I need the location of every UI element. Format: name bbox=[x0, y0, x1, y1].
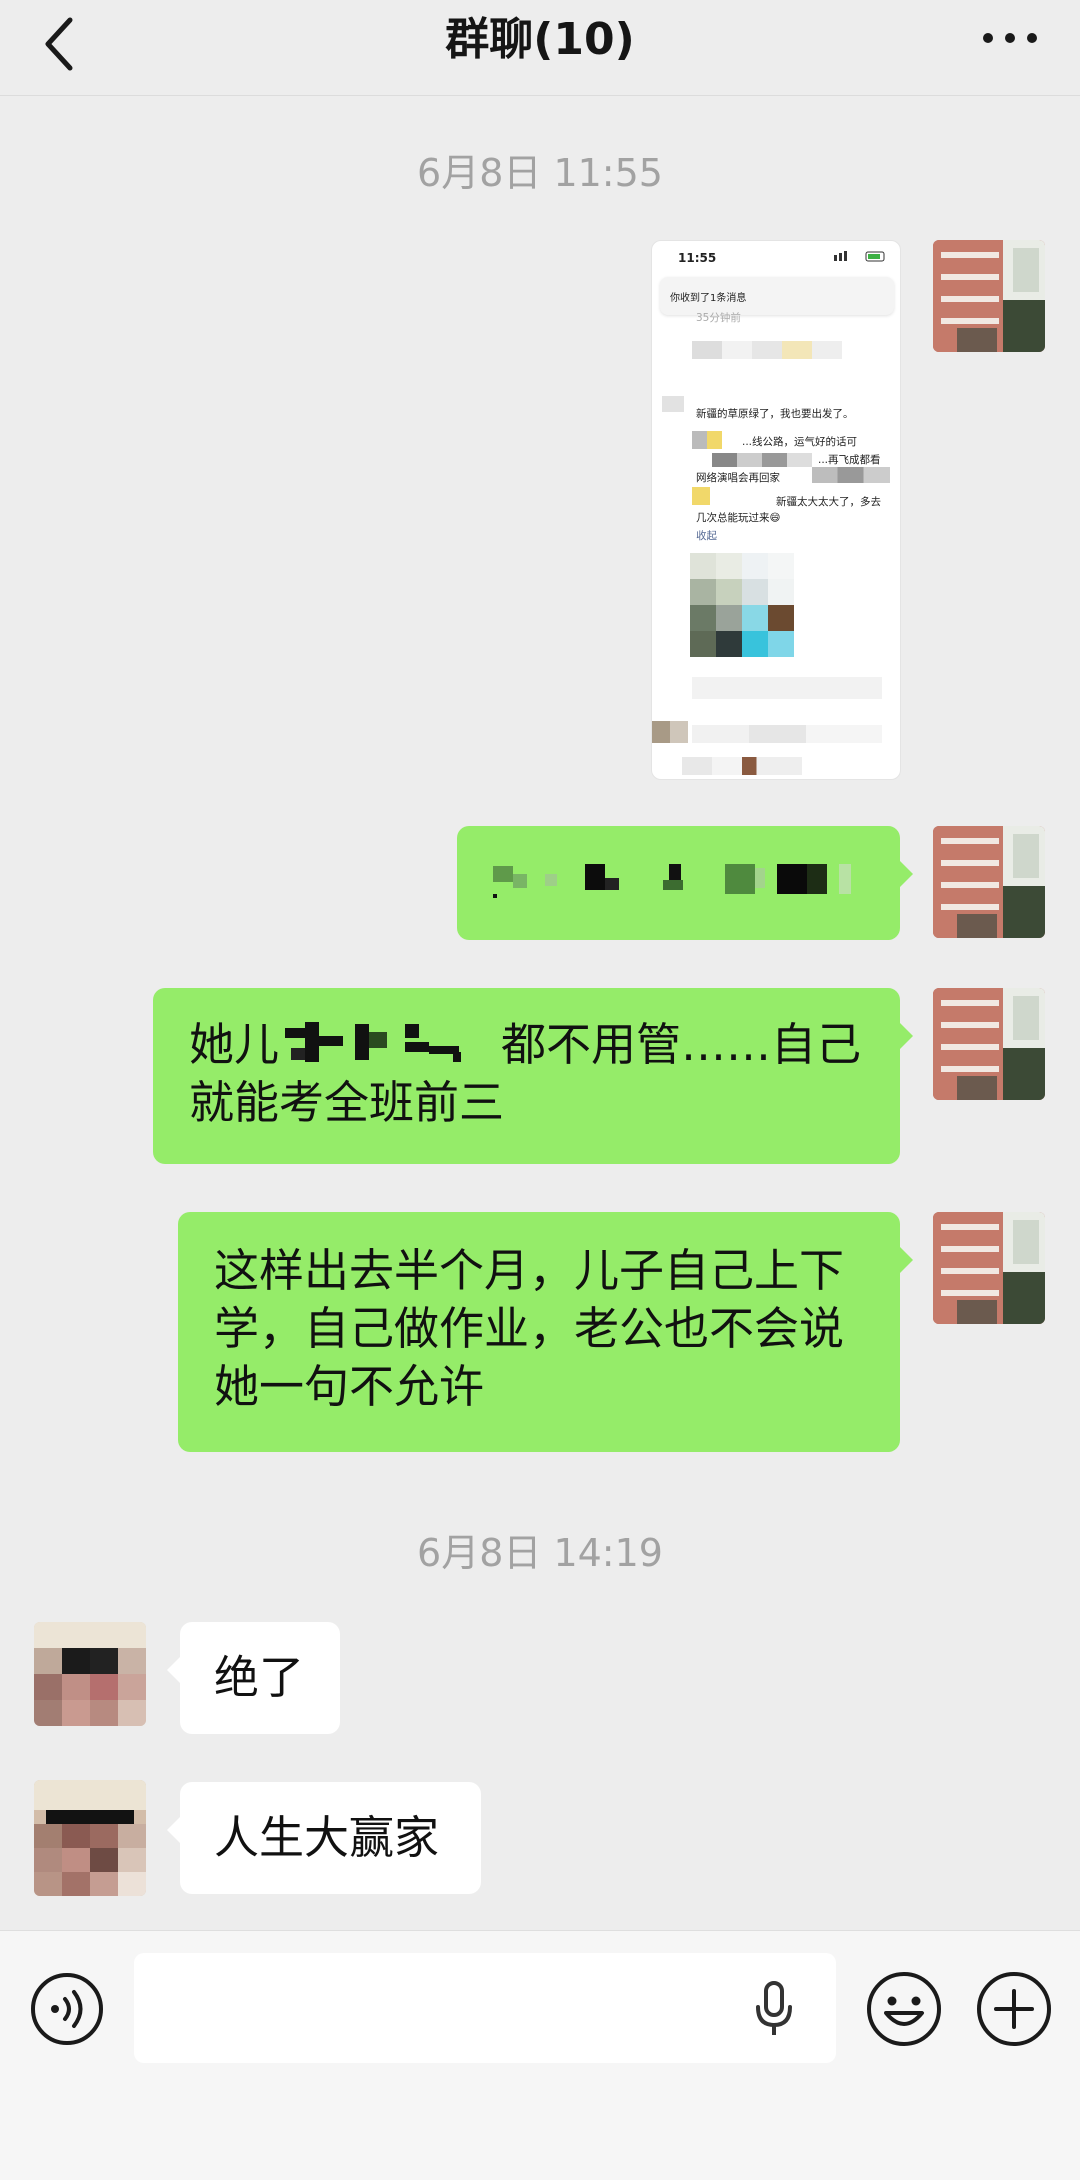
screenshot-status-time: 11:55 bbox=[678, 251, 717, 265]
voice-mode-button[interactable] bbox=[30, 1972, 104, 2050]
message-text: 就能考全班前三 bbox=[189, 1076, 505, 1129]
bubble-tail bbox=[899, 860, 913, 888]
message-text: 这样出去半个月，儿子自己上下 bbox=[214, 1244, 845, 1297]
member-avatar[interactable] bbox=[34, 1622, 146, 1726]
message-text: 她儿 bbox=[189, 1018, 280, 1071]
plus-button[interactable] bbox=[976, 1971, 1052, 2051]
avatar-image bbox=[933, 1212, 1045, 1324]
post-time: 35分钟前 bbox=[696, 312, 741, 324]
post-line: 网络演唱会再回家 bbox=[696, 472, 780, 484]
voice-mode-icon bbox=[31, 1973, 103, 2045]
pixelated-block bbox=[692, 487, 710, 505]
pixelated-text bbox=[285, 1022, 462, 1062]
timestamp: 6月8日 11:55 bbox=[417, 151, 663, 195]
pixelated-block bbox=[682, 757, 802, 775]
microphone-icon bbox=[756, 1981, 792, 2035]
my-avatar[interactable] bbox=[933, 240, 1045, 352]
avatar-image bbox=[933, 240, 1045, 352]
post-line: ...线公路，运气好的话可 bbox=[742, 436, 858, 448]
message-text: 她一句不允许 bbox=[214, 1360, 485, 1413]
outgoing-message[interactable] bbox=[457, 826, 913, 940]
post-line: 新疆的草原绿了，我也要出发了。 bbox=[696, 408, 854, 420]
message-text: 都不用管……自己 bbox=[501, 1018, 862, 1071]
bubble-tail bbox=[167, 1656, 181, 1684]
my-avatar[interactable] bbox=[933, 1212, 1045, 1324]
message-text: 绝了 bbox=[214, 1651, 305, 1704]
pixelated-block bbox=[652, 721, 688, 743]
my-avatar[interactable] bbox=[933, 988, 1045, 1100]
bubble-tail bbox=[899, 1022, 913, 1050]
post-line: 几次总能玩过来😄 bbox=[696, 512, 781, 524]
top-bar: 群聊(10) bbox=[0, 0, 1080, 96]
more-dots-icon bbox=[983, 33, 1037, 43]
message-text: 人生大赢家 bbox=[214, 1811, 440, 1864]
my-avatar[interactable] bbox=[933, 826, 1045, 938]
pixelated-block bbox=[712, 453, 812, 467]
pixelated-photo bbox=[690, 553, 794, 657]
image-message[interactable]: 11:55 你收到了1条消息 35分钟前 新疆的草原绿了，我也要出发了。 ...… bbox=[651, 240, 901, 780]
pixelated-block bbox=[692, 725, 882, 743]
incoming-message[interactable]: 绝了 bbox=[167, 1622, 340, 1734]
pixelated-block bbox=[662, 396, 684, 412]
pixelated-text bbox=[493, 864, 851, 898]
post-line: 新疆太大太大了，多去 bbox=[776, 496, 881, 508]
input-bar bbox=[0, 1930, 1080, 2180]
bubble-tail bbox=[167, 1816, 181, 1844]
avatar-image bbox=[933, 988, 1045, 1100]
avatar-image bbox=[933, 826, 1045, 938]
bubble-tail bbox=[899, 1246, 913, 1274]
chat-title: 群聊(10) bbox=[445, 14, 635, 65]
avatar-image bbox=[34, 1780, 146, 1896]
collapse-link: 收起 bbox=[696, 530, 717, 542]
outgoing-message[interactable]: 她儿 都不用管……自己 就能考全班前三 bbox=[153, 988, 913, 1164]
pixelated-block bbox=[692, 677, 882, 699]
pixelated-block bbox=[812, 467, 890, 483]
emoji-button[interactable] bbox=[866, 1971, 942, 2051]
emoji-icon bbox=[867, 1972, 941, 2046]
mic-button[interactable] bbox=[752, 1981, 796, 2041]
plus-icon bbox=[977, 1972, 1051, 2046]
notification-banner: 你收到了1条消息 bbox=[660, 277, 894, 315]
message-input[interactable] bbox=[134, 1953, 836, 2063]
post-line: ...再飞成都看 bbox=[818, 454, 881, 466]
status-icons bbox=[834, 251, 885, 262]
timestamp: 6月8日 14:19 bbox=[417, 1531, 663, 1575]
pixelated-block bbox=[692, 431, 722, 449]
message-text: 学，自己做作业，老公也不会说 bbox=[214, 1302, 845, 1355]
avatar-image bbox=[34, 1622, 146, 1726]
outgoing-message[interactable]: 这样出去半个月，儿子自己上下 学，自己做作业，老公也不会说 她一句不允许 bbox=[178, 1212, 913, 1452]
pixelated-block bbox=[692, 341, 842, 359]
member-avatar[interactable] bbox=[34, 1780, 146, 1896]
more-button[interactable] bbox=[980, 26, 1040, 50]
incoming-message[interactable]: 人生大赢家 bbox=[167, 1782, 481, 1894]
